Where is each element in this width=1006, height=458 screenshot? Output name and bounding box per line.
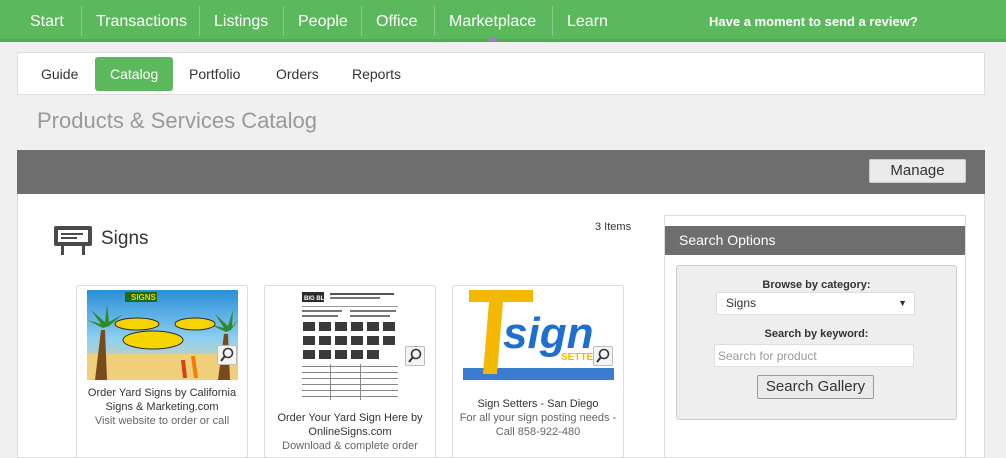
items-count: 3 Items bbox=[595, 221, 632, 233]
browse-category-label: Browse by category: bbox=[762, 279, 871, 291]
product-card[interactable]: BIG BLOCK Order Your Yard Sign Here by O… bbox=[264, 285, 436, 458]
zoom-icon[interactable] bbox=[593, 346, 613, 366]
tab-guide[interactable]: Guide bbox=[26, 57, 93, 91]
tab-portfolio[interactable]: Portfolio bbox=[174, 57, 255, 91]
keyword-label: Search by keyword: bbox=[764, 328, 869, 340]
product-card[interactable]: sign SETTE Sign Setters - San Diego For … bbox=[452, 285, 624, 458]
manage-button[interactable]: Manage bbox=[869, 159, 966, 183]
keyword-search-input[interactable] bbox=[714, 344, 914, 367]
thumbnail-logo-text: SIGNS bbox=[131, 293, 157, 302]
nav-listings[interactable]: Listings bbox=[199, 0, 283, 42]
search-options-header: Search Options bbox=[665, 226, 965, 255]
zoom-icon[interactable] bbox=[217, 345, 237, 365]
panel-header bbox=[17, 150, 985, 194]
product-thumbnail[interactable]: SIGNS bbox=[87, 290, 238, 380]
product-thumbnail[interactable]: BIG BLOCK bbox=[300, 290, 400, 404]
nav-learn[interactable]: Learn bbox=[552, 0, 623, 42]
zoom-icon[interactable] bbox=[405, 346, 425, 366]
search-gallery-button[interactable]: Search Gallery bbox=[757, 375, 874, 399]
product-description: Visit website to order or call bbox=[94, 415, 230, 427]
category-select[interactable]: Signs ▼ bbox=[716, 292, 915, 315]
product-description: Download & complete order bbox=[282, 440, 418, 452]
nav-office[interactable]: Office bbox=[361, 0, 433, 42]
marketplace-caret-icon bbox=[488, 36, 498, 41]
tab-orders[interactable]: Orders bbox=[261, 57, 334, 91]
product-thumbnail[interactable]: sign SETTE bbox=[463, 290, 614, 380]
category-select-value: Signs bbox=[726, 296, 757, 310]
page-title: Products & Services Catalog bbox=[37, 108, 318, 133]
product-description: For all your sign posting needs - Call 8… bbox=[459, 412, 617, 438]
section-title: Signs bbox=[101, 228, 149, 249]
nav-transactions[interactable]: Transactions bbox=[81, 0, 202, 42]
product-title[interactable]: Order Your Yard Sign Here by OnlineSigns… bbox=[265, 411, 435, 439]
thumbnail-logo-text: sign bbox=[503, 309, 593, 358]
tab-catalog[interactable]: Catalog bbox=[95, 57, 174, 91]
nav-people[interactable]: People bbox=[283, 0, 363, 42]
billboard-icon bbox=[54, 226, 92, 255]
thumbnail-logo-subtext: SETTE bbox=[561, 352, 594, 363]
review-link[interactable]: Have a moment to send a review? bbox=[709, 0, 918, 42]
top-nav: Start Transactions Listings People Offic… bbox=[0, 0, 1006, 42]
product-title[interactable]: Sign Setters - San Diego bbox=[453, 397, 623, 411]
product-title[interactable]: Order Yard Signs by California Signs & M… bbox=[77, 386, 247, 414]
sub-nav: Guide Catalog Portfolio Orders Reports bbox=[17, 52, 985, 95]
chevron-down-icon: ▼ bbox=[898, 298, 907, 308]
tab-reports[interactable]: Reports bbox=[337, 57, 416, 91]
product-card[interactable]: SIGNS Order Yard Signs by California Sig… bbox=[76, 285, 248, 458]
nav-start[interactable]: Start bbox=[15, 0, 79, 42]
